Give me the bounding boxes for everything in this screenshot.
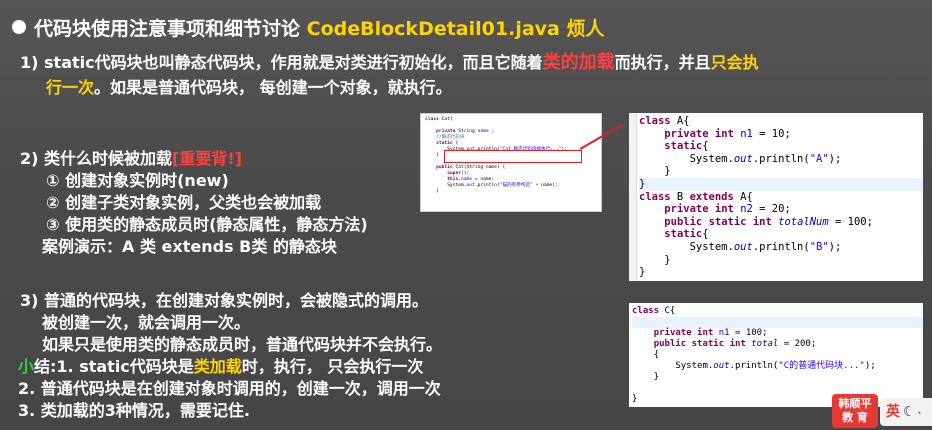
point-3-line-1: 3) 普通的代码块，在创建对象实例时，会被隐式的调用。: [20, 291, 429, 310]
ime-language-label[interactable]: 英: [886, 404, 900, 420]
code-line: }: [639, 165, 671, 178]
code-line: System.out.println("A");: [639, 152, 842, 165]
point-2-demo: 案例演示：A 类 extends B类 的静态块: [42, 237, 337, 256]
point-1-text-a: 1) static代码块也叫静态代码块，作用就是对类进行初始化，而且它随着: [20, 53, 543, 72]
code-class-a-b: class A{ private int n1 = 10; static{ Sy…: [629, 113, 923, 281]
logo-line-1: 韩顺平: [838, 397, 872, 410]
code-cat-line: }: [425, 189, 439, 194]
punctuation-icon[interactable]: ·: [918, 408, 922, 419]
code-line: public static int totalNum = 100;: [664, 215, 873, 228]
summary: 小结:1. static代码块是类加载时，执行， 只会执行一次 2. 普通代码块…: [18, 356, 441, 422]
brand-logo: 韩顺平 教 育: [832, 394, 878, 428]
code-line: }: [632, 372, 660, 382]
point-1-once-a: 只会执: [710, 53, 759, 72]
point-1-text-c: 而执行，并且: [614, 53, 711, 72]
summary-line-3: 3. 类加载的3种情况，需要记住.: [18, 401, 250, 420]
slide-title: 代码块使用注意事项和细节讨论 CodeBlockDetail01.java 烦人: [12, 14, 605, 41]
code-line: System.out.println("C的普通代码块...");: [632, 361, 876, 371]
code-line: }: [639, 253, 671, 266]
code-line: class A{: [639, 115, 690, 127]
point-2-head: 2) 类什么时候被加载: [20, 149, 173, 168]
summary-xiao: 小: [18, 357, 35, 376]
point-1-once-b: 行一次: [46, 78, 95, 97]
code-line: }: [639, 177, 923, 191]
editor-gutter: [629, 113, 637, 281]
summary-class-load: 类加载: [193, 357, 242, 376]
code-line: private int n1 = 10;: [664, 127, 791, 140]
code-line: [632, 317, 923, 328]
point-3: 3) 普通的代码块，在创建对象实例时，会被隐式的调用。 被创建一次，就会调用一次…: [20, 290, 442, 356]
summary-line-1c: 时，执行， 只会执行一次: [241, 357, 424, 376]
code-line: class C{: [632, 306, 676, 316]
summary-line-2: 2. 普通代码块是在创建对象时调用的，创建一次，调用一次: [18, 379, 441, 398]
point-3-line-3: 如果只是使用类的静态成员时，普通代码块并不会执行。: [42, 335, 443, 354]
point-2: 2) 类什么时候被加载[重要背!] ① 创建对象实例时(new) ② 创建子类对…: [20, 148, 368, 258]
code-line: System.out.println("B");: [639, 240, 842, 253]
code-line: {: [632, 350, 660, 360]
bullet-icon: [12, 20, 26, 34]
slide: 代码块使用注意事项和细节讨论 CodeBlockDetail01.java 烦人…: [0, 0, 932, 430]
point-1-text-f: 。如果是普通代码块， 每创建一个对象，就执行。: [94, 78, 452, 97]
code-line: static{: [664, 228, 709, 241]
point-1-class-loading: 类的加载: [542, 52, 615, 73]
code-line: private int n1 = 100;: [653, 328, 768, 338]
code-line: }: [639, 266, 646, 279]
point-2-item-3: ③ 使用类的静态成员时(静态属性，静态方法): [46, 215, 368, 234]
point-2-item-2: ② 创建子类对象实例，父类也会被加载: [46, 193, 322, 212]
code-line: private int n2 = 20;: [664, 203, 791, 216]
highlight-box: [444, 150, 582, 163]
code-cat-screenshot: class Cat{ private String name ; //静态代码块…: [420, 113, 602, 212]
code-line: public static int total = 200;: [653, 339, 817, 349]
summary-line-1a: 结:1. static代码块是: [34, 357, 194, 376]
logo-line-2: 教 育: [842, 411, 868, 424]
code-class-c: class C{ private int n1 = 100; public st…: [629, 303, 923, 407]
code-line: static{: [664, 140, 709, 153]
point-1: 1) static代码块也叫静态代码块，作用就是对类进行初始化，而且它随着类的加…: [20, 50, 920, 100]
title-suffix: 烦人: [566, 18, 605, 40]
moon-icon[interactable]: ☾: [903, 404, 916, 420]
point-3-line-2: 被创建一次，就会调用一次。: [42, 313, 251, 332]
title-text: 代码块使用注意事项和细节讨论: [34, 18, 301, 40]
ime-toolbar[interactable]: 英 ☾ ·: [880, 398, 932, 426]
point-2-tag: [重要背!]: [172, 149, 242, 168]
title-filename: CodeBlockDetail01.java: [306, 18, 560, 40]
point-2-item-1: ① 创建对象实例时(new): [46, 171, 229, 190]
code-line: class B extends A{: [639, 190, 753, 203]
